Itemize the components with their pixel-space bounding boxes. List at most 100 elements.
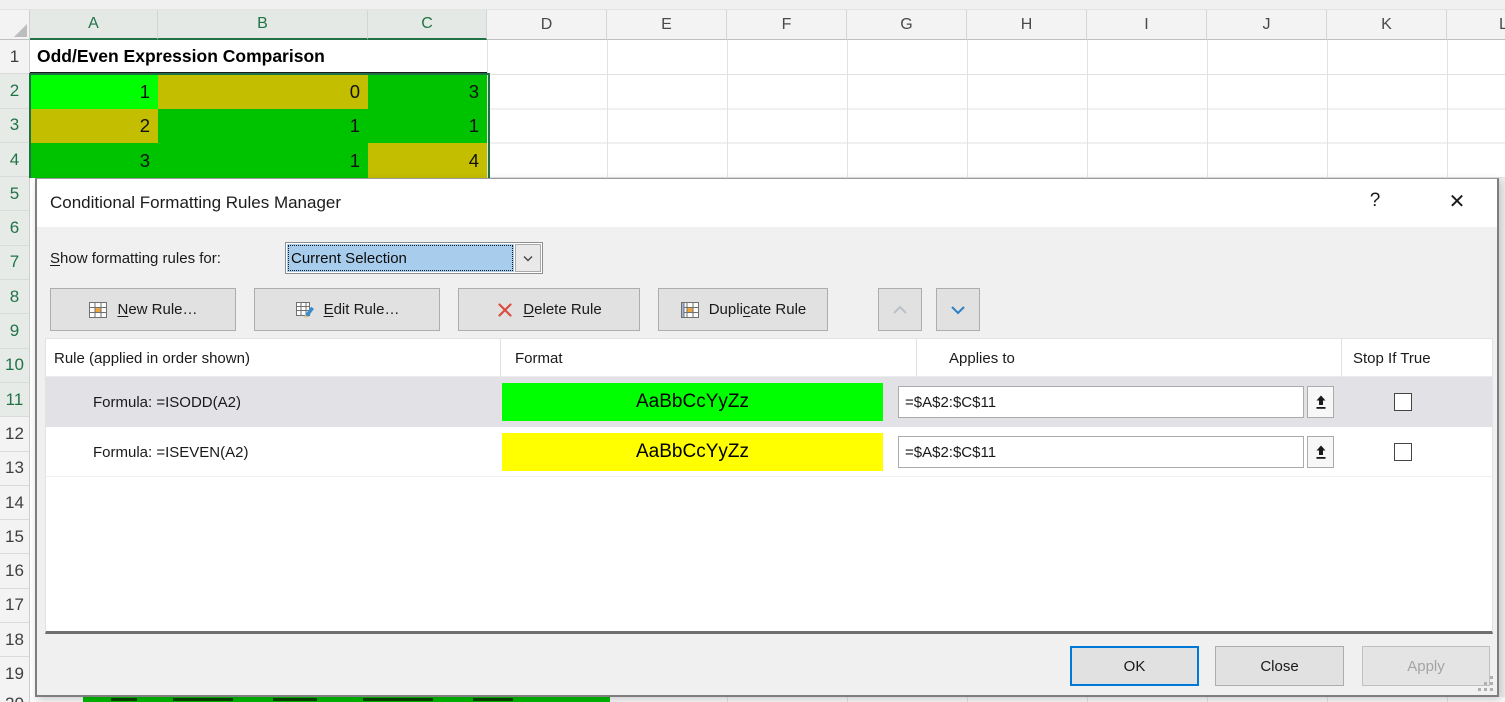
row-header-3[interactable]: 3	[0, 109, 29, 143]
column-header-A[interactable]: A	[30, 10, 158, 40]
cell-A1-title[interactable]: Odd/Even Expression Comparison	[30, 40, 487, 74]
column-header-K[interactable]: K	[1327, 10, 1447, 40]
row-header-7[interactable]: 7	[0, 246, 29, 280]
delete-x-icon	[496, 301, 514, 319]
horizontal-gridlines	[487, 74, 1505, 179]
resize-grip[interactable]	[1475, 673, 1493, 691]
rule-row-iseven[interactable]: Formula: =ISEVEN(A2) AaBbCcYyZz =$A$2:$C…	[46, 427, 1492, 477]
header-separator	[1341, 339, 1342, 377]
chevron-up-icon	[892, 305, 908, 315]
dropdown-selected-value: Current Selection	[287, 244, 514, 272]
row-header-1[interactable]: 1	[0, 40, 29, 74]
collapse-dialog-button[interactable]	[1307, 436, 1334, 468]
row-header-8[interactable]: 8	[0, 280, 29, 314]
rules-list-header: Rule (applied in order shown) Format App…	[46, 339, 1492, 377]
row-header-17[interactable]: 17	[0, 589, 29, 623]
row-header-18[interactable]: 18	[0, 623, 29, 657]
close-dialog-button[interactable]: Close	[1215, 646, 1344, 686]
show-formatting-rules-label: Show formatting rules for:	[50, 242, 221, 274]
row-header-4[interactable]: 4	[0, 143, 29, 177]
column-header-D[interactable]: D	[487, 10, 607, 40]
duplicate-rule-table-icon	[680, 300, 700, 320]
column-header-G[interactable]: G	[847, 10, 967, 40]
row-header-13[interactable]: 13	[0, 452, 29, 486]
excel-window: A B C D E F G H I J K L 1 2 3 4 5 6 7 8 …	[0, 0, 1505, 702]
stop-if-true-checkbox[interactable]	[1394, 393, 1412, 411]
rule-row-isodd[interactable]: Formula: =ISODD(A2) AaBbCcYyZz =$A$2:$C$…	[46, 377, 1492, 427]
rule-formula-text: Formula: =ISEVEN(A2)	[93, 427, 248, 477]
cell-B4[interactable]: 1	[158, 143, 368, 178]
column-header-H[interactable]: H	[967, 10, 1087, 40]
help-button[interactable]: ?	[1353, 179, 1397, 223]
cell-A2[interactable]: 1	[30, 74, 158, 109]
new-rule-table-icon	[88, 300, 108, 320]
close-button[interactable]: ✕	[1435, 179, 1479, 223]
row-header-16[interactable]: 16	[0, 554, 29, 588]
rule-formula-text: Formula: =ISODD(A2)	[93, 377, 241, 427]
peek-gridlines	[487, 697, 1505, 702]
select-all-triangle-icon	[14, 24, 27, 37]
column-header-E[interactable]: E	[607, 10, 727, 40]
column-header-J[interactable]: J	[1207, 10, 1327, 40]
row-header-2[interactable]: 2	[0, 74, 29, 108]
row-header-5[interactable]: 5	[0, 177, 29, 211]
cell-B3[interactable]: 1	[158, 109, 368, 143]
show-rules-dropdown[interactable]: Current Selection	[285, 242, 543, 274]
column-header-format: Format	[515, 339, 563, 377]
column-header-I[interactable]: I	[1087, 10, 1207, 40]
move-rule-up-button[interactable]	[878, 288, 922, 331]
cell-A4[interactable]: 3	[30, 143, 158, 178]
chevron-down-icon	[950, 305, 966, 315]
peek-text-fragment	[173, 698, 233, 701]
collapse-dialog-button[interactable]	[1307, 386, 1334, 418]
column-header-L[interactable]: L	[1447, 10, 1505, 40]
rule-format-preview: AaBbCcYyZz	[502, 383, 883, 421]
header-separator	[500, 339, 501, 377]
column-header-stop-if-true: Stop If True	[1353, 339, 1431, 377]
applies-to-input[interactable]: =$A$2:$C$11	[898, 436, 1304, 468]
edit-rule-button[interactable]: Edit Rule…	[254, 288, 440, 331]
row-header-11[interactable]: 11	[0, 383, 29, 417]
conditional-formatting-rules-manager-dialog: Conditional Formatting Rules Manager ? ✕…	[35, 178, 1499, 697]
cell-A3[interactable]: 2	[30, 109, 158, 143]
peek-row-strip	[30, 697, 1505, 702]
row-header-15[interactable]: 15	[0, 520, 29, 554]
column-header-F[interactable]: F	[727, 10, 847, 40]
rules-list: Rule (applied in order shown) Format App…	[45, 338, 1493, 634]
cell-C2[interactable]: 3	[368, 74, 487, 109]
column-header-C[interactable]: C	[368, 10, 487, 40]
collapse-range-icon	[1315, 395, 1327, 410]
row-header-19[interactable]: 19	[0, 657, 29, 691]
move-rule-down-button[interactable]	[936, 288, 980, 331]
delete-rule-button[interactable]: Delete Rule	[458, 288, 640, 331]
cell-C3[interactable]: 1	[368, 109, 487, 143]
help-icon: ?	[1370, 190, 1381, 212]
select-all-corner[interactable]	[0, 10, 30, 40]
row-header-12[interactable]: 12	[0, 417, 29, 451]
column-header-B[interactable]: B	[158, 10, 368, 40]
dialog-title: Conditional Formatting Rules Manager	[50, 179, 341, 227]
cell-B2[interactable]: 0	[158, 74, 368, 109]
chevron-down-icon	[523, 255, 533, 262]
column-header-band: A B C D E F G H I J K L	[0, 10, 1505, 40]
applies-to-input[interactable]: =$A$2:$C$11	[898, 386, 1304, 418]
edit-rule-pencil-icon	[295, 300, 315, 320]
row-header-20[interactable]: 20	[0, 691, 30, 702]
row-header-10[interactable]: 10	[0, 349, 29, 383]
column-header-rule: Rule (applied in order shown)	[54, 339, 250, 377]
rule-format-preview: AaBbCcYyZz	[502, 433, 883, 471]
sheet-right-sliver	[1499, 178, 1505, 697]
column-header-applies-to: Applies to	[949, 339, 1015, 377]
new-rule-button[interactable]: New Rule…	[50, 288, 236, 331]
sheet-top-strip	[0, 0, 1505, 10]
ok-button[interactable]: OK	[1070, 646, 1199, 686]
dialog-titlebar: Conditional Formatting Rules Manager ? ✕	[37, 179, 1497, 227]
stop-if-true-checkbox[interactable]	[1394, 443, 1412, 461]
row-header-14[interactable]: 14	[0, 486, 29, 520]
row-header-9[interactable]: 9	[0, 314, 29, 348]
dropdown-arrow-button[interactable]	[515, 244, 541, 272]
row-header-6[interactable]: 6	[0, 211, 29, 245]
peek-text-fragment	[363, 698, 433, 701]
duplicate-rule-button[interactable]: Duplicate Rule	[658, 288, 828, 331]
cell-C4[interactable]: 4	[368, 143, 487, 178]
